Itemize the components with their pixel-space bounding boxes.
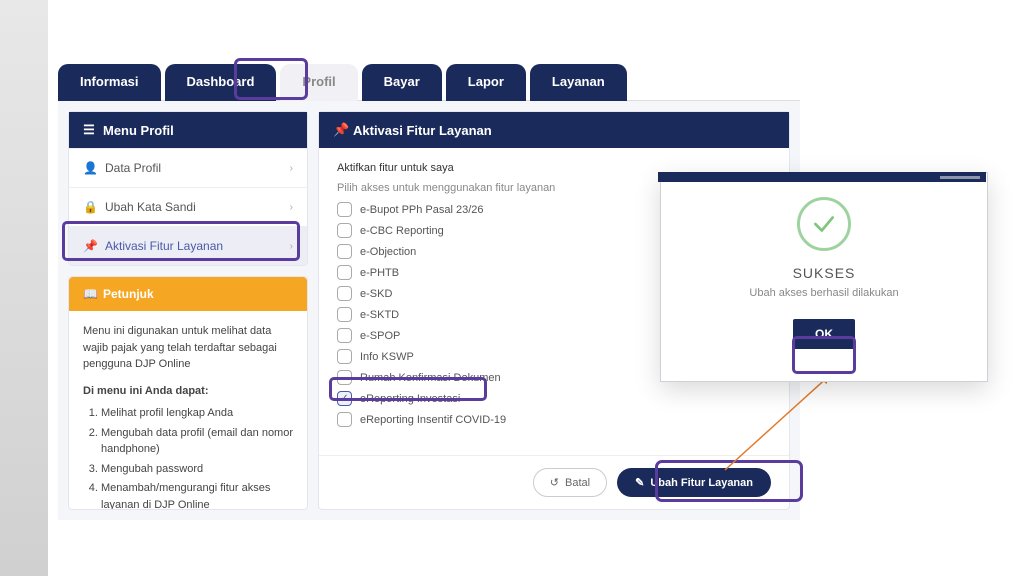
ubah-fitur-layanan-button[interactable]: ✎ Ubah Fitur Layanan [617,468,771,497]
hamburger-icon: ☰ [83,122,95,138]
modal-ok-button[interactable]: OK [793,319,855,349]
checkbox[interactable] [337,412,352,427]
sidebar-item-label: Aktivasi Fitur Layanan [105,239,223,253]
menu-profil-title: Menu Profil [103,123,174,138]
background-building [0,0,48,576]
checkbox-checked[interactable]: ✓ [337,391,352,406]
tab-bayar[interactable]: Bayar [362,64,442,101]
menu-profil-card: ☰ Menu Profil 👤 Data Profil › 🔒 Ubah Kat… [68,111,308,266]
success-check-icon [797,197,851,251]
sidebar-item-label: Ubah Kata Sandi [105,200,196,214]
tab-informasi[interactable]: Informasi [58,64,161,101]
feature-label: Rumah Konfirmasi Dokumen [360,372,501,384]
chevron-right-icon: › [290,241,293,252]
checkbox[interactable] [337,244,352,259]
checkbox[interactable] [337,286,352,301]
checkbox[interactable] [337,307,352,322]
feature-row[interactable]: eReporting Insentif COVID-19 [337,410,771,429]
petunjuk-item: Menambah/mengurangi fitur akses layanan … [101,480,293,510]
pin-icon: 📌 [333,122,345,138]
checkbox[interactable] [337,349,352,364]
feature-label: e-SKD [360,288,392,300]
tab-profil[interactable]: Profil [280,64,357,101]
feature-label: e-Bupot PPh Pasal 23/26 [360,204,484,216]
aktivasi-header: 📌 Aktivasi Fitur Layanan [319,112,789,148]
pin-icon: 📌 [83,239,95,253]
book-icon: 📖 [83,287,95,301]
petunjuk-item: Mengubah password [101,461,293,478]
petunjuk-intro: Menu ini digunakan untuk melihat data wa… [83,323,293,373]
checkbox[interactable] [337,265,352,280]
feature-label: eReporting Investasi [360,393,460,405]
petunjuk-item: Melihat profil lengkap Anda [101,405,293,422]
petunjuk-card: 📖 Petunjuk Menu ini digunakan untuk meli… [68,276,308,510]
user-icon: 👤 [83,161,95,175]
submit-label: Ubah Fitur Layanan [650,477,753,489]
feature-label: Info KSWP [360,351,414,363]
checkbox[interactable] [337,202,352,217]
modal-title: SUKSES [793,265,856,281]
chevron-right-icon: › [290,202,293,213]
petunjuk-lead: Di menu ini Anda dapat: [83,383,293,400]
petunjuk-title: Petunjuk [103,287,154,301]
checkbox[interactable] [337,223,352,238]
petunjuk-list: Melihat profil lengkap Anda Mengubah dat… [83,405,293,510]
undo-icon: ↺ [550,476,559,489]
success-modal: SUKSES Ubah akses berhasil dilakukan OK [660,172,988,382]
petunjuk-header: 📖 Petunjuk [69,277,307,311]
sidebar-item-aktivasi-fitur[interactable]: 📌 Aktivasi Fitur Layanan › [69,226,307,265]
tab-layanan[interactable]: Layanan [530,64,627,101]
feature-row-ereporting-investasi[interactable]: ✓ eReporting Investasi [337,389,771,408]
checkbox[interactable] [337,328,352,343]
feature-label: e-SPOP [360,330,400,342]
aktivasi-footer: ↺ Batal ✎ Ubah Fitur Layanan [319,455,789,509]
cancel-label: Batal [565,477,590,489]
left-column: ☰ Menu Profil 👤 Data Profil › 🔒 Ubah Kat… [68,111,308,510]
edit-icon: ✎ [635,476,644,489]
sidebar-item-data-profil[interactable]: 👤 Data Profil › [69,148,307,187]
menu-profil-header: ☰ Menu Profil [69,112,307,148]
cancel-button[interactable]: ↺ Batal [533,468,607,497]
feature-label: e-Objection [360,246,416,258]
modal-top-strip [658,172,986,182]
chevron-right-icon: › [290,163,293,174]
feature-label: e-SKTD [360,309,399,321]
modal-message: Ubah akses berhasil dilakukan [749,287,898,299]
sidebar-item-ubah-kata-sandi[interactable]: 🔒 Ubah Kata Sandi › [69,187,307,226]
aktivasi-title: Aktivasi Fitur Layanan [353,123,492,138]
sidebar-item-label: Data Profil [105,161,161,175]
checkbox[interactable] [337,370,352,385]
tab-dashboard[interactable]: Dashboard [165,64,277,101]
lock-icon: 🔒 [83,200,95,214]
feature-label: e-CBC Reporting [360,225,444,237]
feature-label: e-PHTB [360,267,399,279]
tab-lapor[interactable]: Lapor [446,64,526,101]
petunjuk-item: Mengubah data profil (email dan nomor ha… [101,425,293,458]
tab-bar: Informasi Dashboard Profil Bayar Lapor L… [58,64,627,101]
petunjuk-body: Menu ini digunakan untuk melihat data wa… [69,311,307,510]
feature-label: eReporting Insentif COVID-19 [360,414,506,426]
